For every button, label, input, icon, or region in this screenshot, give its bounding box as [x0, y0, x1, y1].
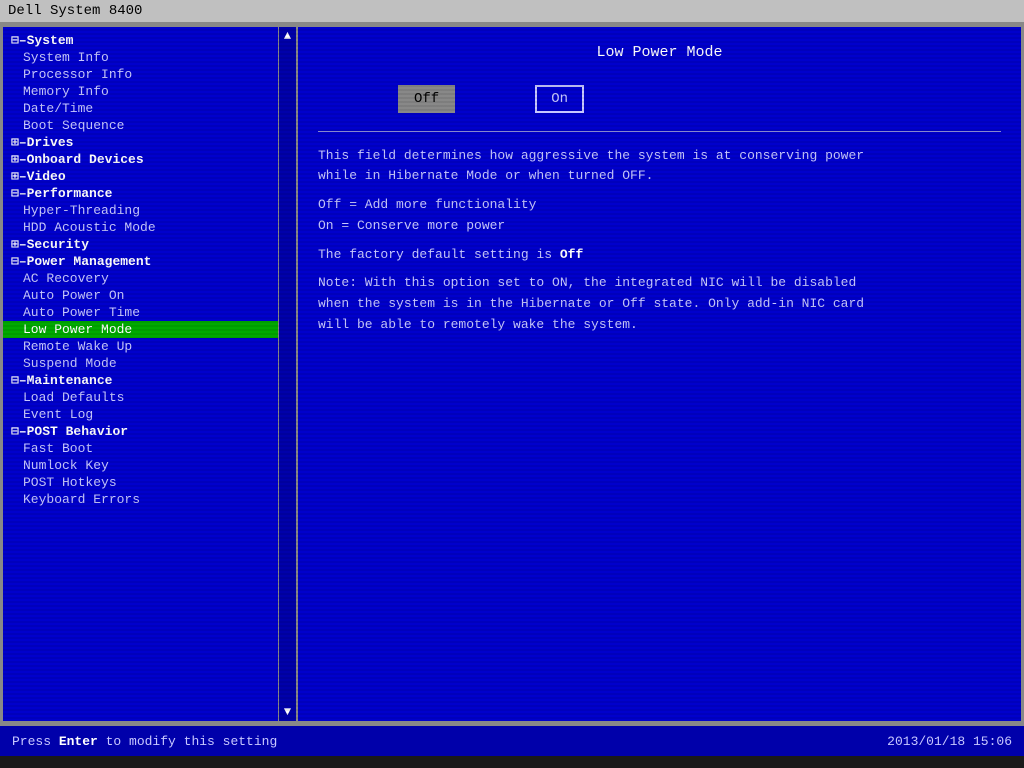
content-divider — [318, 131, 1001, 132]
status-left: Press Enter to modify this setting — [12, 734, 277, 749]
options-row: Off On — [318, 85, 1001, 113]
sidebar-item-ac-recovery[interactable]: AC Recovery — [3, 270, 296, 287]
sidebar-item-date-time[interactable]: Date/Time — [3, 100, 296, 117]
sidebar-item-boot-sequence[interactable]: Boot Sequence — [3, 117, 296, 134]
sidebar-item-memory-info[interactable]: Memory Info — [3, 83, 296, 100]
content-title: Low Power Mode — [318, 42, 1001, 65]
sidebar-item-hdd-acoustic[interactable]: HDD Acoustic Mode — [3, 219, 296, 236]
sidebar-item-security[interactable]: ⊞–Security — [3, 236, 296, 253]
scroll-down-arrow[interactable]: ▼ — [279, 703, 296, 721]
status-right: 2013/01/18 15:06 — [887, 734, 1012, 749]
sidebar-item-system-info[interactable]: System Info — [3, 49, 296, 66]
scroll-up-arrow[interactable]: ▲ — [279, 27, 296, 45]
status-bar: Press Enter to modify this setting 2013/… — [0, 724, 1024, 756]
sidebar-item-low-power-mode[interactable]: Low Power Mode — [3, 321, 296, 338]
scroll-track — [279, 45, 296, 703]
sidebar-item-performance[interactable]: ⊟–Performance — [3, 185, 296, 202]
sidebar-item-remote-wake-up[interactable]: Remote Wake Up — [3, 338, 296, 355]
sidebar-item-post-hotkeys[interactable]: POST Hotkeys — [3, 474, 296, 491]
nav-list: ⊟–SystemSystem InfoProcessor InfoMemory … — [3, 32, 296, 508]
system-title: Dell System 8400 — [8, 3, 142, 19]
sidebar-item-numlock-key[interactable]: Numlock Key — [3, 457, 296, 474]
sidebar-item-suspend-mode[interactable]: Suspend Mode — [3, 355, 296, 372]
content-pane: Low Power Mode Off On This field determi… — [298, 27, 1021, 721]
bios-main: ⊟–SystemSystem InfoProcessor InfoMemory … — [0, 24, 1024, 724]
sidebar-item-drives[interactable]: ⊞–Drives — [3, 134, 296, 151]
sidebar-item-processor-info[interactable]: Processor Info — [3, 66, 296, 83]
sidebar-item-video[interactable]: ⊞–Video — [3, 168, 296, 185]
status-suffix: to modify this setting — [98, 734, 277, 749]
sidebar-item-onboard-devices[interactable]: ⊞–Onboard Devices — [3, 151, 296, 168]
sidebar-item-post-behavior[interactable]: ⊟–POST Behavior — [3, 423, 296, 440]
option-on-button[interactable]: On — [535, 85, 584, 113]
option-off-button[interactable]: Off — [398, 85, 455, 113]
sidebar-item-maintenance[interactable]: ⊟–Maintenance — [3, 372, 296, 389]
status-prefix: Press — [12, 734, 59, 749]
sidebar-item-power-management[interactable]: ⊟–Power Management — [3, 253, 296, 270]
sidebar: ⊟–SystemSystem InfoProcessor InfoMemory … — [3, 27, 298, 721]
sidebar-item-event-log[interactable]: Event Log — [3, 406, 296, 423]
sidebar-item-fast-boot[interactable]: Fast Boot — [3, 440, 296, 457]
sidebar-item-keyboard-errors[interactable]: Keyboard Errors — [3, 491, 296, 508]
title-bar: Dell System 8400 — [0, 0, 1024, 24]
description: This field determines how aggressive the… — [318, 146, 1001, 336]
enter-key-label: Enter — [59, 734, 98, 749]
sidebar-item-system[interactable]: ⊟–System — [3, 32, 296, 49]
sidebar-item-load-defaults[interactable]: Load Defaults — [3, 389, 296, 406]
sidebar-item-auto-power-on[interactable]: Auto Power On — [3, 287, 296, 304]
sidebar-item-auto-power-time[interactable]: Auto Power Time — [3, 304, 296, 321]
sidebar-scrollbar: ▲ ▼ — [278, 27, 296, 721]
sidebar-item-hyper-threading[interactable]: Hyper-Threading — [3, 202, 296, 219]
